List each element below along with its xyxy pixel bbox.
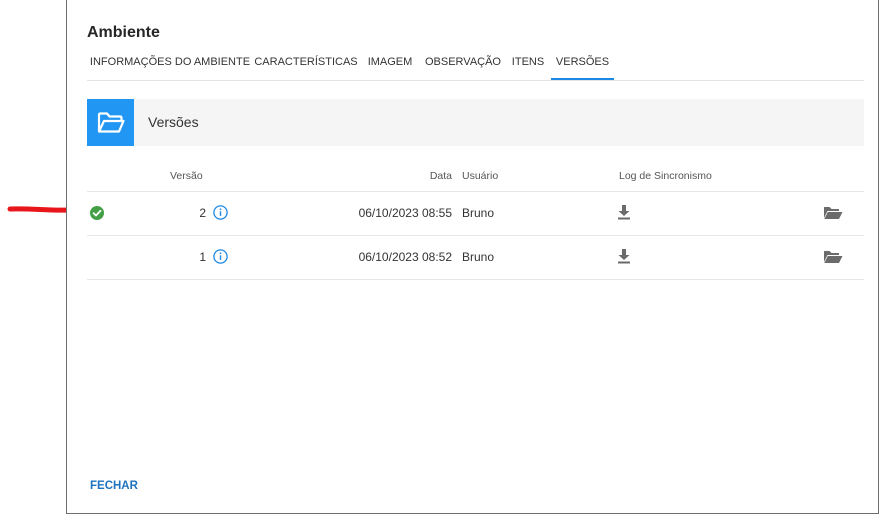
version-user: Bruno (462, 250, 495, 264)
version-number: 2 (199, 206, 206, 220)
download-icon[interactable] (617, 248, 631, 264)
version-number: 1 (199, 250, 206, 264)
table-row: 2 06/10/2023 08:55 Bruno (87, 192, 864, 236)
close-button[interactable]: FECHAR (90, 480, 138, 492)
section-title: Versões (148, 114, 199, 130)
dialog-title: Ambiente (87, 24, 160, 41)
column-header-versao: Versão (170, 170, 203, 182)
download-icon[interactable] (617, 204, 631, 220)
folder-open-icon (97, 111, 125, 133)
tab-imagem[interactable]: IMAGEM (359, 48, 421, 79)
section-header: Versões (87, 99, 864, 146)
tab-bar: INFORMAÇÕES DO AMBIENTE CARACTERÍSTICAS … (87, 48, 864, 81)
current-version-check-icon (90, 206, 104, 220)
column-header-usuario: Usuário (462, 170, 499, 182)
folder-icon[interactable] (823, 206, 843, 220)
column-header-log-de-sincronismo: Log de Sincronismo (619, 170, 712, 182)
table-header: Versão Data Usuário Log de Sincronismo (87, 165, 864, 192)
folder-icon[interactable] (823, 250, 843, 264)
info-icon[interactable] (213, 249, 228, 264)
tab-itens[interactable]: ITENS (505, 48, 551, 79)
version-date: 06/10/2023 08:52 (358, 250, 452, 264)
version-user: Bruno (462, 206, 495, 220)
section-icon-tile (87, 99, 134, 146)
versions-table: Versão Data Usuário Log de Sincronismo 2… (87, 165, 864, 280)
table-row: 1 06/10/2023 08:52 Bruno (87, 236, 864, 280)
column-header-data: Data (429, 170, 452, 182)
tab-observacao[interactable]: OBSERVAÇÃO (421, 48, 505, 79)
environment-dialog: Ambiente INFORMAÇÕES DO AMBIENTE CARACTE… (66, 0, 879, 514)
version-date: 06/10/2023 08:55 (358, 206, 452, 220)
tab-versoes[interactable]: VERSÕES (551, 48, 614, 80)
screenshot-stage: Ambiente INFORMAÇÕES DO AMBIENTE CARACTE… (0, 0, 882, 515)
tab-informacoes-do-ambiente[interactable]: INFORMAÇÕES DO AMBIENTE (87, 48, 253, 79)
tab-caracteristicas[interactable]: CARACTERÍSTICAS (253, 48, 359, 79)
info-icon[interactable] (213, 205, 228, 220)
